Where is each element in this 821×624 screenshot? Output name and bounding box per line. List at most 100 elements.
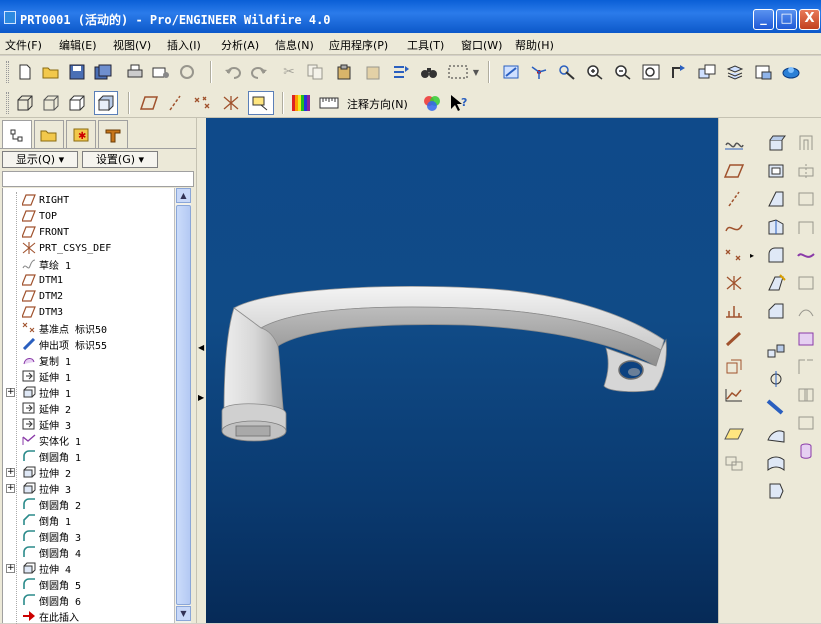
datum-points-toggle-icon[interactable] [192, 92, 214, 114]
datum-axis-tool-icon[interactable] [723, 188, 745, 210]
menu-file[interactable]: 文件(F) [5, 37, 42, 53]
annotation-direction-label[interactable]: 注释方向(N) [347, 96, 408, 112]
menu-help[interactable]: 帮助(H) [515, 37, 554, 53]
tab-model-tree[interactable] [2, 120, 32, 150]
blend-tool-icon[interactable] [765, 272, 787, 294]
surface-patch-icon[interactable] [765, 452, 787, 474]
menu-info[interactable]: 信息(N) [275, 37, 314, 53]
undo-icon[interactable] [222, 61, 244, 83]
datum-plane-tool-icon[interactable] [723, 160, 745, 182]
save-copy-icon[interactable] [92, 61, 114, 83]
zoom-in-icon[interactable] [584, 61, 606, 83]
send-mail-icon[interactable] [150, 61, 172, 83]
search-binoculars-icon[interactable] [418, 61, 440, 83]
tree-item[interactable]: 倒圆角 1 [3, 448, 81, 464]
hidden-line-icon[interactable] [40, 92, 62, 114]
chamfer-tool-icon[interactable] [765, 300, 787, 322]
tree-scrollbar[interactable]: ▲ ▼ [174, 188, 191, 623]
tab-connections[interactable] [98, 120, 128, 148]
draft-tool-icon[interactable] [765, 188, 787, 210]
tree-item[interactable]: 倒圆角 3 [3, 528, 81, 544]
tree-item[interactable]: DTM3 [3, 304, 63, 320]
datum-point-tool-icon[interactable] [723, 244, 745, 266]
sketch-tool-icon[interactable] [723, 132, 745, 154]
annotation-toggle-icon[interactable] [248, 91, 274, 115]
no-hidden-icon[interactable] [66, 92, 88, 114]
chevron-down-icon[interactable]: ▼ [470, 61, 482, 83]
layers-icon[interactable] [724, 61, 746, 83]
refit-icon[interactable] [640, 61, 662, 83]
solidify-tool-icon[interactable] [795, 328, 817, 350]
tree-item[interactable]: 草绘 1 [3, 256, 71, 272]
color-wheel-icon[interactable] [421, 92, 443, 114]
panel-splitter[interactable]: ◀ ▶ [196, 118, 206, 623]
menu-tools[interactable]: 工具(T) [407, 37, 444, 53]
regenerate-manager-icon[interactable] [390, 61, 412, 83]
tree-item[interactable]: + 拉伸 1 [3, 384, 71, 400]
copy-icon[interactable] [304, 61, 326, 83]
saved-views-icon[interactable] [696, 61, 718, 83]
tree-item[interactable]: 延伸 1 [3, 368, 71, 384]
graph-feature-icon[interactable] [723, 384, 745, 406]
tree-item[interactable]: RIGHT [3, 192, 69, 208]
paste-special-icon[interactable] [362, 61, 384, 83]
context-help-icon[interactable]: ? [448, 92, 470, 114]
tab-folder-browser[interactable] [34, 120, 64, 148]
expand-right-icon[interactable]: ▶ [198, 393, 204, 402]
tree-item[interactable]: 基准点 标识50 [3, 320, 107, 336]
tree-item[interactable]: 倒角 1 [3, 512, 71, 528]
trim-tool-icon[interactable] [795, 356, 817, 378]
measure-ruler-icon[interactable] [318, 92, 340, 114]
zoom-out-icon[interactable] [612, 61, 634, 83]
mirror-tool-icon[interactable] [765, 340, 787, 362]
sweep-tool-icon[interactable] [765, 396, 787, 418]
scroll-up-button[interactable]: ▲ [176, 188, 191, 203]
scroll-thumb[interactable] [176, 205, 191, 605]
menu-view[interactable]: 视图(V) [113, 37, 151, 53]
tree-item[interactable]: 倒圆角 6 [3, 592, 81, 608]
tree-item[interactable]: 实体化 1 [3, 432, 81, 448]
redo-icon[interactable] [248, 61, 270, 83]
orient-mode-icon[interactable] [556, 61, 578, 83]
save-icon[interactable] [66, 61, 88, 83]
tree-item[interactable]: + 拉伸 3 [3, 480, 71, 496]
tree-item[interactable]: FRONT [3, 224, 69, 240]
view-manager-icon[interactable] [752, 61, 774, 83]
menu-analysis[interactable]: 分析(A) [221, 37, 259, 53]
boundary-blend-icon[interactable] [765, 424, 787, 446]
print-icon[interactable] [124, 61, 146, 83]
regenerate-icon[interactable] [176, 61, 198, 83]
close-button[interactable]: X [799, 9, 820, 30]
tree-item[interactable]: PRT_CSYS_DEF [3, 240, 111, 256]
round-tool-icon[interactable] [765, 244, 787, 266]
menu-applications[interactable]: 应用程序(P) [329, 37, 388, 53]
wireframe-icon[interactable] [14, 92, 36, 114]
style-surface-icon[interactable] [795, 244, 817, 266]
new-file-icon[interactable] [14, 61, 36, 83]
thicken-tool-icon[interactable] [795, 300, 817, 322]
merge-tool-icon[interactable] [795, 384, 817, 406]
spin-center-icon[interactable] [528, 61, 550, 83]
datum-axes-toggle-icon[interactable] [164, 92, 186, 114]
paste-icon[interactable] [333, 61, 355, 83]
annotation-feature-icon[interactable] [723, 424, 745, 446]
extend-tool-icon[interactable] [795, 412, 817, 434]
toolbar-grip[interactable] [6, 61, 9, 83]
tree-item[interactable]: TOP [3, 208, 57, 224]
variable-sweep-icon[interactable] [795, 188, 817, 210]
expand-toggle-icon[interactable]: + [6, 387, 15, 397]
hole-tool-icon[interactable] [795, 132, 817, 154]
tree-item[interactable]: + 拉伸 4 [3, 560, 71, 576]
tree-item[interactable]: + 拉伸 2 [3, 464, 71, 480]
settings-dropdown-button[interactable]: 设置(G) ▾ [82, 151, 158, 168]
appearance-gallery-icon[interactable] [780, 61, 802, 83]
menu-window[interactable]: 窗口(W) [461, 37, 502, 53]
tree-item[interactable]: 倒圆角 5 [3, 576, 81, 592]
rib-tool-icon[interactable] [765, 216, 787, 238]
expand-toggle-icon[interactable]: + [6, 563, 15, 573]
analysis-feature-icon[interactable] [723, 300, 745, 322]
reorient-icon[interactable] [668, 61, 690, 83]
open-folder-icon[interactable] [40, 61, 62, 83]
cylinder-tool-icon[interactable] [795, 440, 817, 462]
offset-tool-icon[interactable] [795, 272, 817, 294]
